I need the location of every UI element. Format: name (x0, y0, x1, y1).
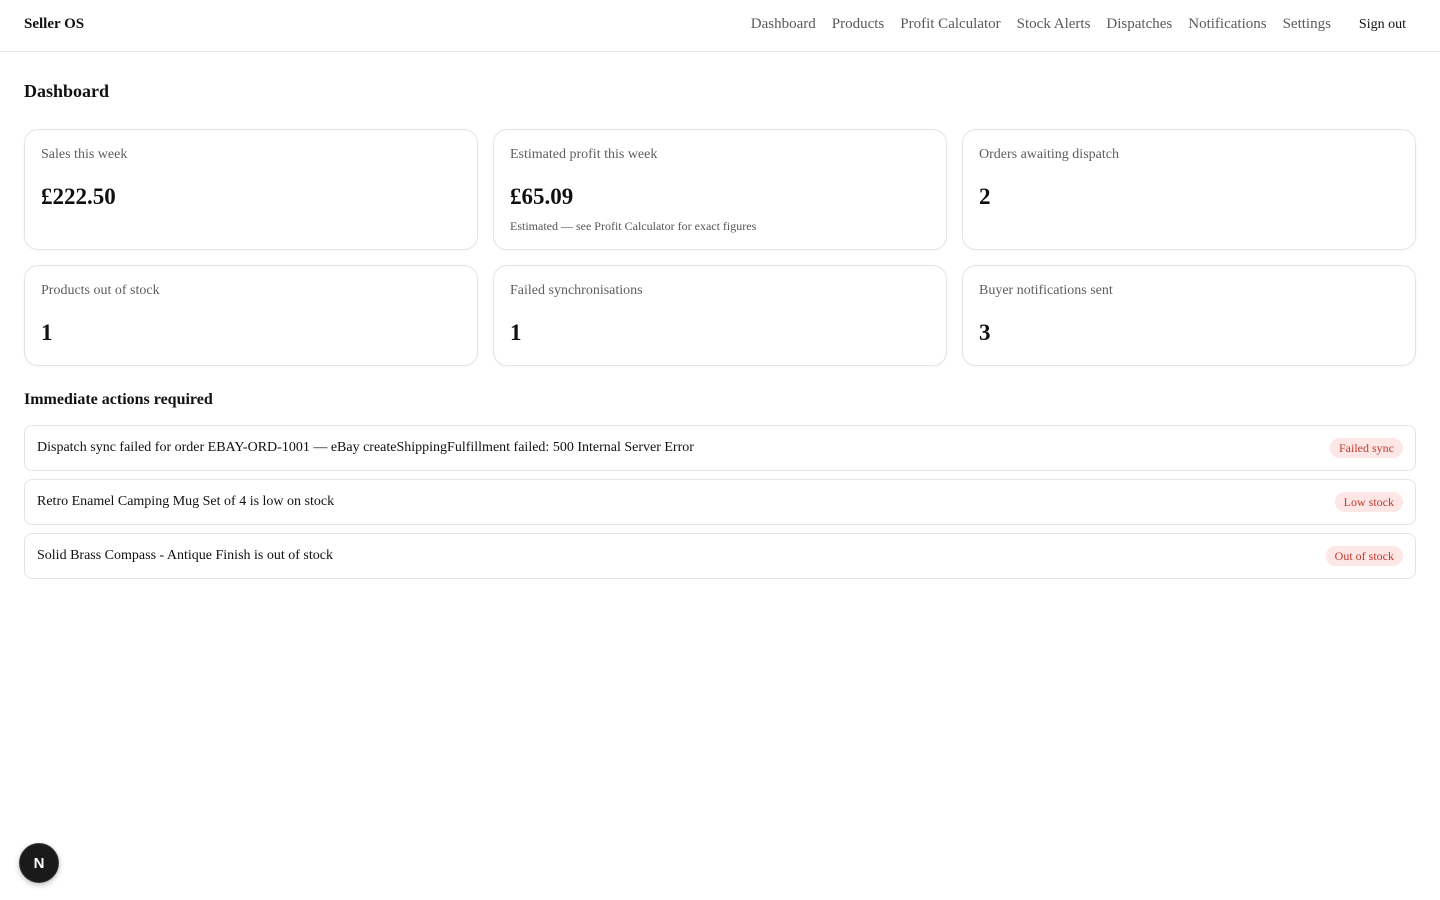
stat-note: Estimated — see Profit Calculator for ex… (510, 219, 757, 233)
brand-name[interactable]: Seller OS (24, 16, 84, 33)
stat-value: £222.50 (41, 184, 116, 209)
stat-label: Estimated profit this week (510, 147, 658, 162)
action-item[interactable]: Dispatch sync failed for order EBAY-ORD-… (24, 425, 1416, 471)
stat-label: Products out of stock (41, 283, 160, 298)
nav-item-profit-calculator[interactable]: Profit Calculator (900, 16, 1000, 33)
stats-grid: Sales this week £222.50 Estimated profit… (24, 129, 1416, 366)
actions-section-title: Immediate actions required (24, 391, 213, 408)
stat-value: 3 (979, 320, 991, 345)
action-text: Retro Enamel Camping Mug Set of 4 is low… (37, 494, 335, 509)
stat-value: 2 (979, 184, 991, 209)
stat-label: Failed synchronisations (510, 283, 643, 298)
stat-card-orders-awaiting-dispatch: Orders awaiting dispatch 2 (962, 129, 1416, 250)
nav-item-stock-alerts[interactable]: Stock Alerts (1017, 16, 1091, 33)
main-nav: Dashboard Products Profit Calculator Sto… (751, 16, 1406, 33)
stat-card-out-of-stock: Products out of stock 1 (24, 265, 478, 366)
stat-card-estimated-profit: Estimated profit this week £65.09 Estima… (493, 129, 947, 250)
dev-tools-button[interactable]: N (19, 843, 59, 883)
stat-label: Orders awaiting dispatch (979, 147, 1119, 162)
stat-label: Buyer notifications sent (979, 283, 1113, 298)
status-badge: Low stock (1334, 492, 1403, 512)
nav-item-dispatches[interactable]: Dispatches (1106, 16, 1172, 33)
stat-card-notifications-sent: Buyer notifications sent 3 (962, 265, 1416, 366)
n-logo-letter: N (34, 855, 45, 872)
nav-item-notifications[interactable]: Notifications (1188, 16, 1266, 33)
nav-item-products[interactable]: Products (832, 16, 885, 33)
actions-list: Dispatch sync failed for order EBAY-ORD-… (24, 425, 1416, 587)
sign-out-button[interactable]: Sign out (1359, 17, 1406, 33)
status-badge: Out of stock (1325, 546, 1403, 566)
stat-value: 1 (41, 320, 53, 345)
action-text: Solid Brass Compass - Antique Finish is … (37, 548, 333, 563)
status-badge: Failed sync (1330, 438, 1403, 458)
action-item[interactable]: Retro Enamel Camping Mug Set of 4 is low… (24, 479, 1416, 525)
stat-card-failed-syncs: Failed synchronisations 1 (493, 265, 947, 366)
stat-value: £65.09 (510, 184, 574, 209)
stat-label: Sales this week (41, 147, 128, 162)
nav-item-dashboard[interactable]: Dashboard (751, 16, 816, 33)
nav-item-settings[interactable]: Settings (1283, 16, 1331, 33)
action-text: Dispatch sync failed for order EBAY-ORD-… (37, 440, 694, 455)
n-logo-icon: N (34, 855, 45, 872)
top-bar: Seller OS Dashboard Products Profit Calc… (0, 0, 1440, 52)
stat-card-sales: Sales this week £222.50 (24, 129, 478, 250)
page-title: Dashboard (24, 81, 110, 101)
action-item[interactable]: Solid Brass Compass - Antique Finish is … (24, 533, 1416, 579)
stat-value: 1 (510, 320, 522, 345)
